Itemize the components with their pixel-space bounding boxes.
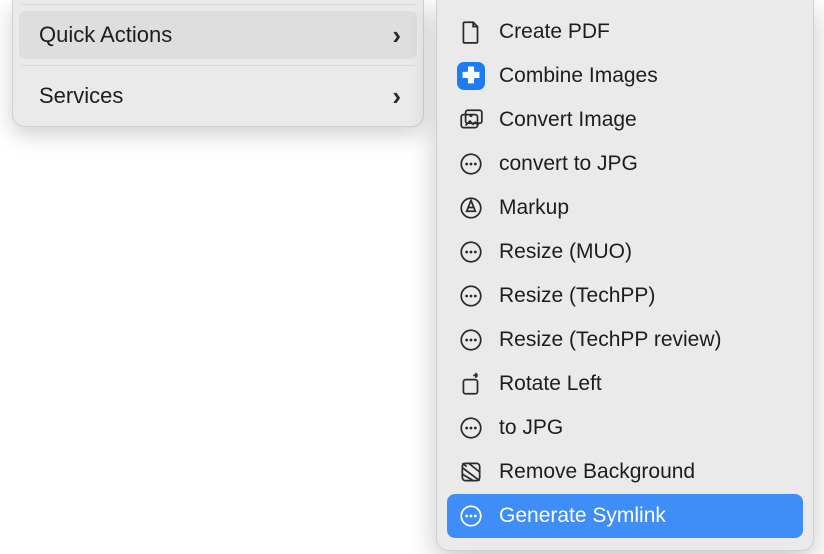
ellipsis-icon <box>457 502 485 530</box>
images-icon <box>457 106 485 134</box>
menu-separator <box>21 4 415 5</box>
rotate-left-icon <box>457 370 485 398</box>
plugin-icon <box>457 62 485 90</box>
action-generate-symlink[interactable]: Generate Symlink <box>447 494 803 538</box>
menu-item-label: Services <box>39 83 392 109</box>
action-label: Resize (TechPP review) <box>499 328 791 352</box>
action-label: Rotate Left <box>499 372 791 396</box>
action-to-jpg[interactable]: to JPG <box>447 406 803 450</box>
chevron-right-icon: › <box>392 81 401 112</box>
action-label: Markup <box>499 196 791 220</box>
remove-background-icon <box>457 458 485 486</box>
action-label: Resize (TechPP) <box>499 284 791 308</box>
action-resize-techpp[interactable]: Resize (TechPP) <box>447 274 803 318</box>
action-markup[interactable]: Markup <box>447 186 803 230</box>
document-icon <box>457 18 485 46</box>
action-remove-background[interactable]: Remove Background <box>447 450 803 494</box>
submenu-list: Create PDF Combine Images Convert Image <box>447 10 803 538</box>
chevron-right-icon: › <box>392 20 401 51</box>
action-label: Convert Image <box>499 108 791 132</box>
quick-actions-submenu: Create PDF Combine Images Convert Image <box>436 0 814 551</box>
action-resize-techpp-review[interactable]: Resize (TechPP review) <box>447 318 803 362</box>
action-convert-image[interactable]: Convert Image <box>447 98 803 142</box>
menu-item-label: Quick Actions <box>39 22 392 48</box>
action-label: Combine Images <box>499 64 791 88</box>
action-convert-to-jpg[interactable]: convert to JPG <box>447 142 803 186</box>
action-rotate-left[interactable]: Rotate Left <box>447 362 803 406</box>
context-menu: Quick Actions › Services › <box>12 0 424 127</box>
menu-separator <box>21 65 415 66</box>
ellipsis-icon <box>457 414 485 442</box>
ellipsis-icon <box>457 238 485 266</box>
action-label: Generate Symlink <box>499 504 791 528</box>
action-label: Remove Background <box>499 460 791 484</box>
ellipsis-icon <box>457 282 485 310</box>
action-resize-muo[interactable]: Resize (MUO) <box>447 230 803 274</box>
action-label: to JPG <box>499 416 791 440</box>
ellipsis-icon <box>457 326 485 354</box>
action-label: convert to JPG <box>499 152 791 176</box>
action-combine-images[interactable]: Combine Images <box>447 54 803 98</box>
action-label: Resize (MUO) <box>499 240 791 264</box>
menu-item-services[interactable]: Services › <box>13 72 423 120</box>
menu-item-quick-actions[interactable]: Quick Actions › <box>19 11 417 59</box>
markup-icon <box>457 194 485 222</box>
action-create-pdf[interactable]: Create PDF <box>447 10 803 54</box>
action-label: Create PDF <box>499 20 791 44</box>
ellipsis-icon <box>457 150 485 178</box>
